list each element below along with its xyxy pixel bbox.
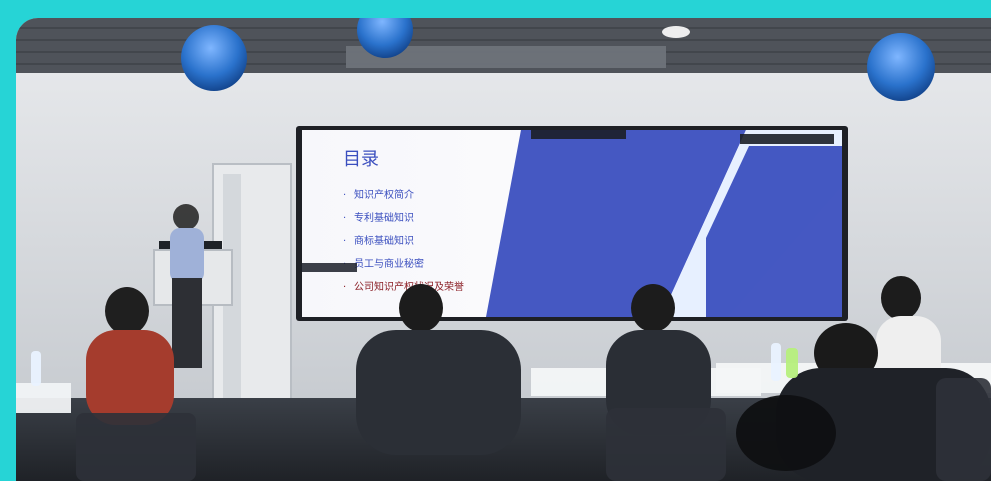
slide-item-2: 专利基础知识 [354, 211, 414, 224]
slide-bullet-3: · [343, 236, 346, 247]
chair-left [76, 413, 196, 481]
projection-screen: 目录 · 知识产权简介 · 专利基础知识 · 商标基础知识 · 员工与商业秘密 … [296, 126, 848, 321]
slide-item-3: 商标基础知识 [354, 234, 414, 247]
slide-toolbar-right [740, 134, 834, 144]
ceiling-light [662, 26, 690, 38]
water-bottle-left [31, 351, 41, 386]
slide-item-1: 知识产权简介 [354, 188, 414, 201]
slide-overlay-bar [301, 263, 357, 272]
slide-item-4: 员工与商业秘密 [354, 257, 424, 270]
slide-bullet-5: · [343, 282, 346, 293]
chair-center [606, 408, 726, 481]
attendee-head-4 [881, 276, 921, 320]
slide-bullet-1: · [343, 190, 346, 201]
attendee-head-2 [399, 284, 443, 332]
slide-bullet-2: · [343, 213, 346, 224]
table-left [16, 383, 71, 413]
slide-title: 目录 [343, 149, 379, 170]
hanging-globe-right [867, 33, 935, 101]
photo-frame: 目录 · 知识产权简介 · 专利基础知识 · 商标基础知识 · 员工与商业秘密 … [0, 0, 991, 481]
attendee-body-1 [86, 330, 174, 425]
attendee-head-1 [105, 287, 149, 335]
attendee-body-2 [356, 330, 521, 455]
attendee-head-foreground [736, 395, 836, 471]
conference-room-photo: 目录 · 知识产权简介 · 专利基础知识 · 商标基础知识 · 员工与商业秘密 … [16, 18, 991, 481]
photo-svg: 目录 · 知识产权简介 · 专利基础知识 · 商标基础知识 · 员工与商业秘密 … [16, 18, 991, 481]
hanging-globe-left [181, 25, 247, 91]
slide-toolbar [531, 130, 626, 139]
water-bottle-right [771, 343, 781, 381]
presenter-shirt [170, 228, 204, 283]
drink-can [786, 348, 798, 378]
chair-right [936, 378, 991, 481]
presenter-head [173, 204, 199, 230]
attendee-head-3 [631, 284, 675, 332]
presenter-legs [172, 278, 202, 368]
